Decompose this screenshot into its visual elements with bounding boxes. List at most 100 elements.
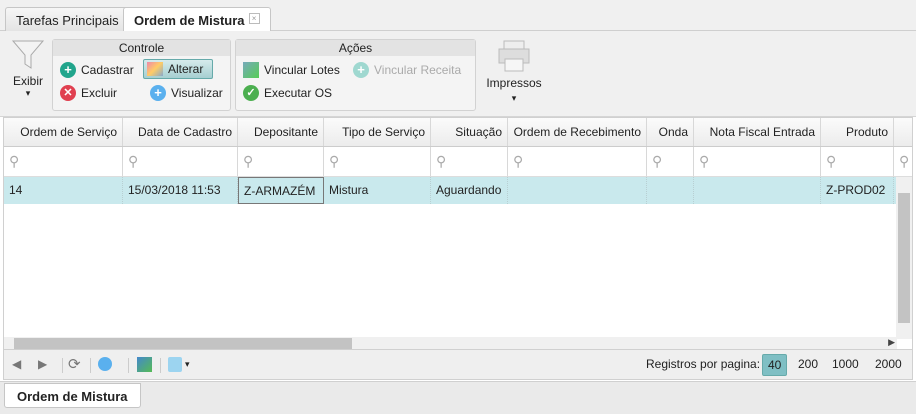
search-icon: ⚲ [128,153,139,169]
page-size-1000[interactable]: 1000 [832,357,859,371]
vertical-scrollbar[interactable] [896,177,912,339]
scroll-thumb[interactable] [14,338,352,349]
cell-produto[interactable]: Z-PROD02 [821,177,894,204]
scroll-thumb[interactable] [898,193,910,323]
vincular-receita-button[interactable]: + Vincular Receita [350,60,464,80]
column-header[interactable]: Tipo de Serviço [324,118,431,146]
column-header[interactable]: Ordem de Recebimento [508,118,647,146]
filter-input[interactable]: ⚲ [894,147,912,176]
filter-input[interactable]: ⚲ [123,147,238,176]
cell-data-cadastro[interactable]: 15/03/2018 11:53 [123,177,238,204]
exibir-label: Exibir [12,74,43,88]
executar-os-button[interactable]: ✓ Executar OS [240,83,335,103]
page-size-40[interactable]: 40 [762,354,788,376]
cadastrar-button[interactable]: + Cadastrar [57,60,137,80]
pager-bar: ◀ ▶ ⟳ ▾ Registros por pagina: 40 200 100… [3,350,913,380]
cell-ordem-recebimento[interactable] [508,177,647,204]
button-label: Alterar [168,62,204,76]
column-header[interactable]: Produto [821,118,894,146]
controle-group: Controle + Cadastrar Alterar ✕ Excluir + Vi… [52,39,231,111]
next-page-icon[interactable]: ▶ [38,357,47,371]
export-icon[interactable] [168,357,182,372]
divider [128,358,129,373]
visualizar-button[interactable]: + Visualizar [147,83,226,103]
edit-icon [147,62,163,76]
table-row[interactable]: 14 15/03/2018 11:53 Z-ARMAZÉM Mistura Ag… [4,177,912,204]
search-icon: ⚲ [652,153,663,169]
button-label: Visualizar [171,86,223,100]
column-header[interactable]: Onda [647,118,694,146]
cell-ordem-servico[interactable]: 14 [4,177,123,204]
column-header[interactable]: Nota Fiscal Entrada [694,118,821,146]
search-icon: ⚲ [513,153,524,169]
search-icon[interactable] [98,357,112,371]
filter-input[interactable]: ⚲ [4,147,123,176]
data-grid: Ordem de Serviço Data de Cadastro Deposi… [3,117,913,350]
horizontal-scrollbar[interactable]: ▶ [4,337,897,349]
page-size-label: Registros por pagina: [646,357,761,371]
filter-input[interactable]: ⚲ [431,147,508,176]
search-icon: ⚲ [243,153,254,169]
button-label: Cadastrar [81,63,134,77]
column-header[interactable]: Data de Cadastro [123,118,238,146]
acoes-group: Ações Vincular Lotes + Vincular Receita ✓… [235,39,476,111]
button-label: Excluir [81,86,118,100]
plus-icon: + [353,62,369,78]
delete-icon: ✕ [60,85,76,101]
chevron-down-icon[interactable]: ▾ [185,359,190,370]
button-label: Executar OS [264,86,333,100]
tab-ordem-de-mistura[interactable]: Ordem de Mistura × [123,7,271,32]
tab-bar: Tarefas Principais Ordem de Mistura × [0,0,916,32]
column-header[interactable] [894,118,912,146]
alterar-button[interactable]: Alterar [143,59,213,79]
filter-input[interactable]: ⚲ [508,147,647,176]
refresh-icon[interactable]: ⟳ [68,355,81,373]
button-label: Vincular Lotes [264,63,340,77]
column-header[interactable]: Ordem de Serviço [4,118,123,146]
magnifier-icon: + [150,85,166,101]
impressos-label: Impressos [486,76,542,90]
tab-label: Ordem de Mistura [134,13,245,28]
cell-nota-fiscal[interactable] [694,177,821,204]
divider [160,358,161,373]
chevron-down-icon: ▾ [25,88,31,98]
vincular-lotes-button[interactable]: Vincular Lotes [240,60,343,80]
search-icon: ⚲ [826,153,837,169]
tab-tarefas-principais[interactable]: Tarefas Principais [5,7,130,31]
link-icon [243,62,259,78]
close-icon[interactable]: × [248,13,260,24]
plus-icon: + [60,62,76,78]
cell-tipo-servico[interactable]: Mistura [324,177,431,204]
grid-header: Ordem de Serviço Data de Cadastro Deposi… [4,118,912,147]
bottom-tab-ordem-de-mistura[interactable]: Ordem de Mistura [4,383,141,408]
group-title: Controle [53,40,230,56]
cell-onda[interactable] [647,177,694,204]
chart-icon[interactable] [137,357,152,372]
column-header[interactable]: Situação [431,118,508,146]
page-size-2000[interactable]: 2000 [875,357,902,371]
search-icon: ⚲ [436,153,447,169]
filter-input[interactable]: ⚲ [694,147,821,176]
filter-icon [11,40,45,69]
tab-label: Tarefas Principais [16,13,119,28]
filter-input[interactable]: ⚲ [238,147,324,176]
arrow-right-icon[interactable]: ▶ [888,337,895,348]
filter-input[interactable]: ⚲ [647,147,694,176]
filter-input[interactable]: ⚲ [324,147,431,176]
chevron-down-icon: ▾ [511,93,517,103]
toolbar: Exibir ▾ Controle + Cadastrar Alterar ✕ Ex… [0,31,916,117]
check-icon: ✓ [243,85,259,101]
cell-situacao[interactable]: Aguardando [431,177,508,204]
divider [62,358,63,373]
cell-depositante[interactable]: Z-ARMAZÉM [238,177,324,204]
exibir-button[interactable]: Exibir ▾ [6,37,50,111]
excluir-button[interactable]: ✕ Excluir [57,83,120,103]
printer-icon [498,40,530,72]
search-icon: ⚲ [329,153,340,169]
impressos-button[interactable]: Impressos ▾ [482,39,546,111]
prev-page-icon[interactable]: ◀ [12,357,21,371]
search-icon: ⚲ [9,153,20,169]
filter-input[interactable]: ⚲ [821,147,894,176]
page-size-200[interactable]: 200 [798,357,818,371]
column-header[interactable]: Depositante [238,118,324,146]
